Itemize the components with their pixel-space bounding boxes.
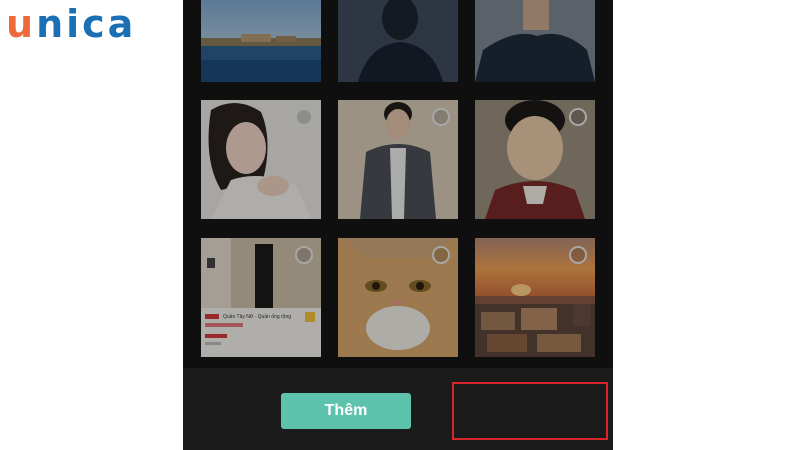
- add-button[interactable]: Thêm: [281, 393, 411, 429]
- gallery-tile[interactable]: [338, 238, 458, 357]
- gallery-tile[interactable]: [475, 0, 595, 82]
- select-circle[interactable]: [569, 246, 587, 264]
- beach-resort-photo: [201, 0, 321, 82]
- man-dark-shirt-photo: [475, 0, 595, 82]
- logo-part-u: u: [6, 2, 37, 46]
- photo-grid: Quần Tây Nữ · Quần ống rộng: [183, 0, 613, 368]
- shop-title-text: Quần Tây Nữ · Quần ống rộng: [223, 314, 291, 320]
- select-circle[interactable]: [569, 108, 587, 126]
- silhouette-person-photo: [338, 0, 458, 82]
- gallery-tile[interactable]: [201, 0, 321, 82]
- select-circle[interactable]: [295, 246, 313, 264]
- gallery-tile[interactable]: [201, 100, 321, 219]
- gallery-tile[interactable]: Quần Tây Nữ · Quần ống rộng: [201, 238, 321, 357]
- gallery-tile[interactable]: [475, 238, 595, 357]
- gallery-tile[interactable]: [475, 100, 595, 219]
- gallery-tile[interactable]: [338, 0, 458, 82]
- select-circle[interactable]: [432, 246, 450, 264]
- gallery-tile[interactable]: [338, 100, 458, 219]
- unica-logo: unica: [6, 2, 136, 46]
- phone-screen: Quần Tây Nữ · Quần ống rộng: [183, 0, 613, 450]
- logo-part-nica: nica: [36, 2, 137, 46]
- select-circle[interactable]: [432, 108, 450, 126]
- select-circle[interactable]: [295, 108, 313, 126]
